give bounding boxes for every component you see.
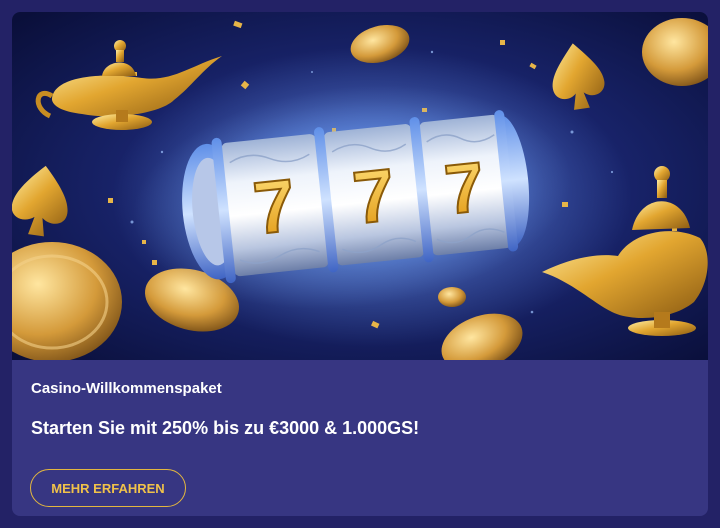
reel-symbol-1: 7 (250, 163, 300, 250)
promo-card[interactable]: 7 7 7 Casino-Willkommenspaket Starten Si… (12, 12, 708, 516)
learn-more-button[interactable]: MEHR ERFAHREN (30, 469, 186, 507)
promo-subtitle: Casino-Willkommenspaket (31, 380, 222, 397)
promo-info: Casino-Willkommenspaket Starten Sie mit … (12, 360, 708, 516)
promo-headline: Starten Sie mit 250% bis zu €3000 & 1.00… (31, 418, 420, 438)
promo-banner-image: 7 7 7 (12, 12, 708, 360)
reel-symbol-3: 7 (441, 147, 488, 229)
reel-symbol-2: 7 (349, 153, 399, 240)
